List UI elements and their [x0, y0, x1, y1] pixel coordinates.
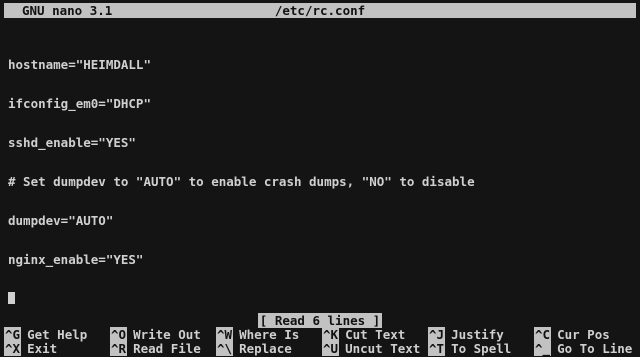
shortcut-justify[interactable]: ^J Justify — [428, 327, 504, 342]
shortcut-key: ^J — [428, 327, 446, 342]
shortcut-key: ^R — [110, 341, 128, 356]
shortcut-label: Cut Text — [345, 327, 406, 342]
shortcut-replace[interactable]: ^\ Replace — [216, 341, 292, 356]
shortcut-key: ^T — [428, 341, 446, 356]
shortcut-uncut-text[interactable]: ^U Uncut Text — [322, 341, 421, 356]
shortcut-label: Replace — [239, 341, 292, 356]
shortcut-key: ^X — [4, 341, 22, 356]
shortcut-key: ^_ — [534, 341, 552, 356]
shortcut-key: ^U — [322, 341, 340, 356]
editor-line[interactable]: # Set dumpdev to "AUTO" to enable crash … — [8, 175, 628, 188]
shortcut-label: To Spell — [451, 341, 512, 356]
shortcut-key: ^K — [322, 327, 340, 342]
shortcut-where-is[interactable]: ^W Where Is — [216, 327, 300, 342]
shortcut-cur-pos[interactable]: ^C Cur Pos — [534, 327, 610, 342]
shortcut-label: Uncut Text — [345, 341, 421, 356]
shortcut-label: Where Is — [239, 327, 300, 342]
shortcut-get-help[interactable]: ^G Get Help — [4, 327, 88, 342]
shortcut-label: Exit — [27, 341, 58, 356]
shortcut-label: Get Help — [27, 327, 88, 342]
shortcut-to-spell[interactable]: ^T To Spell — [428, 341, 512, 356]
shortcut-key: ^C — [534, 327, 552, 342]
editor-line[interactable]: ifconfig_em0="DHCP" — [8, 97, 628, 110]
editor-line[interactable]: hostname="HEIMDALL" — [8, 58, 628, 71]
shortcut-exit[interactable]: ^X Exit — [4, 341, 58, 356]
editor-line[interactable]: nginx_enable="YES" — [8, 253, 628, 266]
shortcut-key: ^O — [110, 327, 128, 342]
shortcut-cut-text[interactable]: ^K Cut Text — [322, 327, 406, 342]
shortcut-write-out[interactable]: ^O Write Out — [110, 327, 201, 342]
shortcut-label: Cur Pos — [557, 327, 610, 342]
shortcut-label: Justify — [451, 327, 504, 342]
shortcut-label: Write Out — [133, 327, 201, 342]
status-bar: [ Read 6 lines ] — [0, 313, 640, 328]
editor-line[interactable]: dumpdev="AUTO" — [8, 214, 628, 227]
shortcut-label: Go To Line — [557, 341, 633, 356]
text-cursor — [8, 292, 15, 304]
shortcut-key: ^W — [216, 327, 234, 342]
shortcut-key: ^G — [4, 327, 22, 342]
editor-line[interactable]: sshd_enable="YES" — [8, 136, 628, 149]
shortcut-read-file[interactable]: ^R Read File — [110, 341, 201, 356]
title-bar: GNU nano 3.1 /etc/rc.conf — [4, 3, 636, 18]
status-message: [ Read 6 lines ] — [257, 313, 383, 328]
cursor-line[interactable] — [8, 292, 628, 305]
shortcut-key: ^\ — [216, 341, 234, 356]
editor-area[interactable]: hostname="HEIMDALL" ifconfig_em0="DHCP" … — [8, 32, 628, 318]
file-name: /etc/rc.conf — [274, 3, 366, 18]
shortcut-bar: ^G Get Help ^O Write Out ^W Where Is ^K Cut … — [4, 327, 636, 356]
shortcut-go-to-line[interactable]: ^_ Go To Line — [534, 341, 633, 356]
shortcut-label: Read File — [133, 341, 201, 356]
